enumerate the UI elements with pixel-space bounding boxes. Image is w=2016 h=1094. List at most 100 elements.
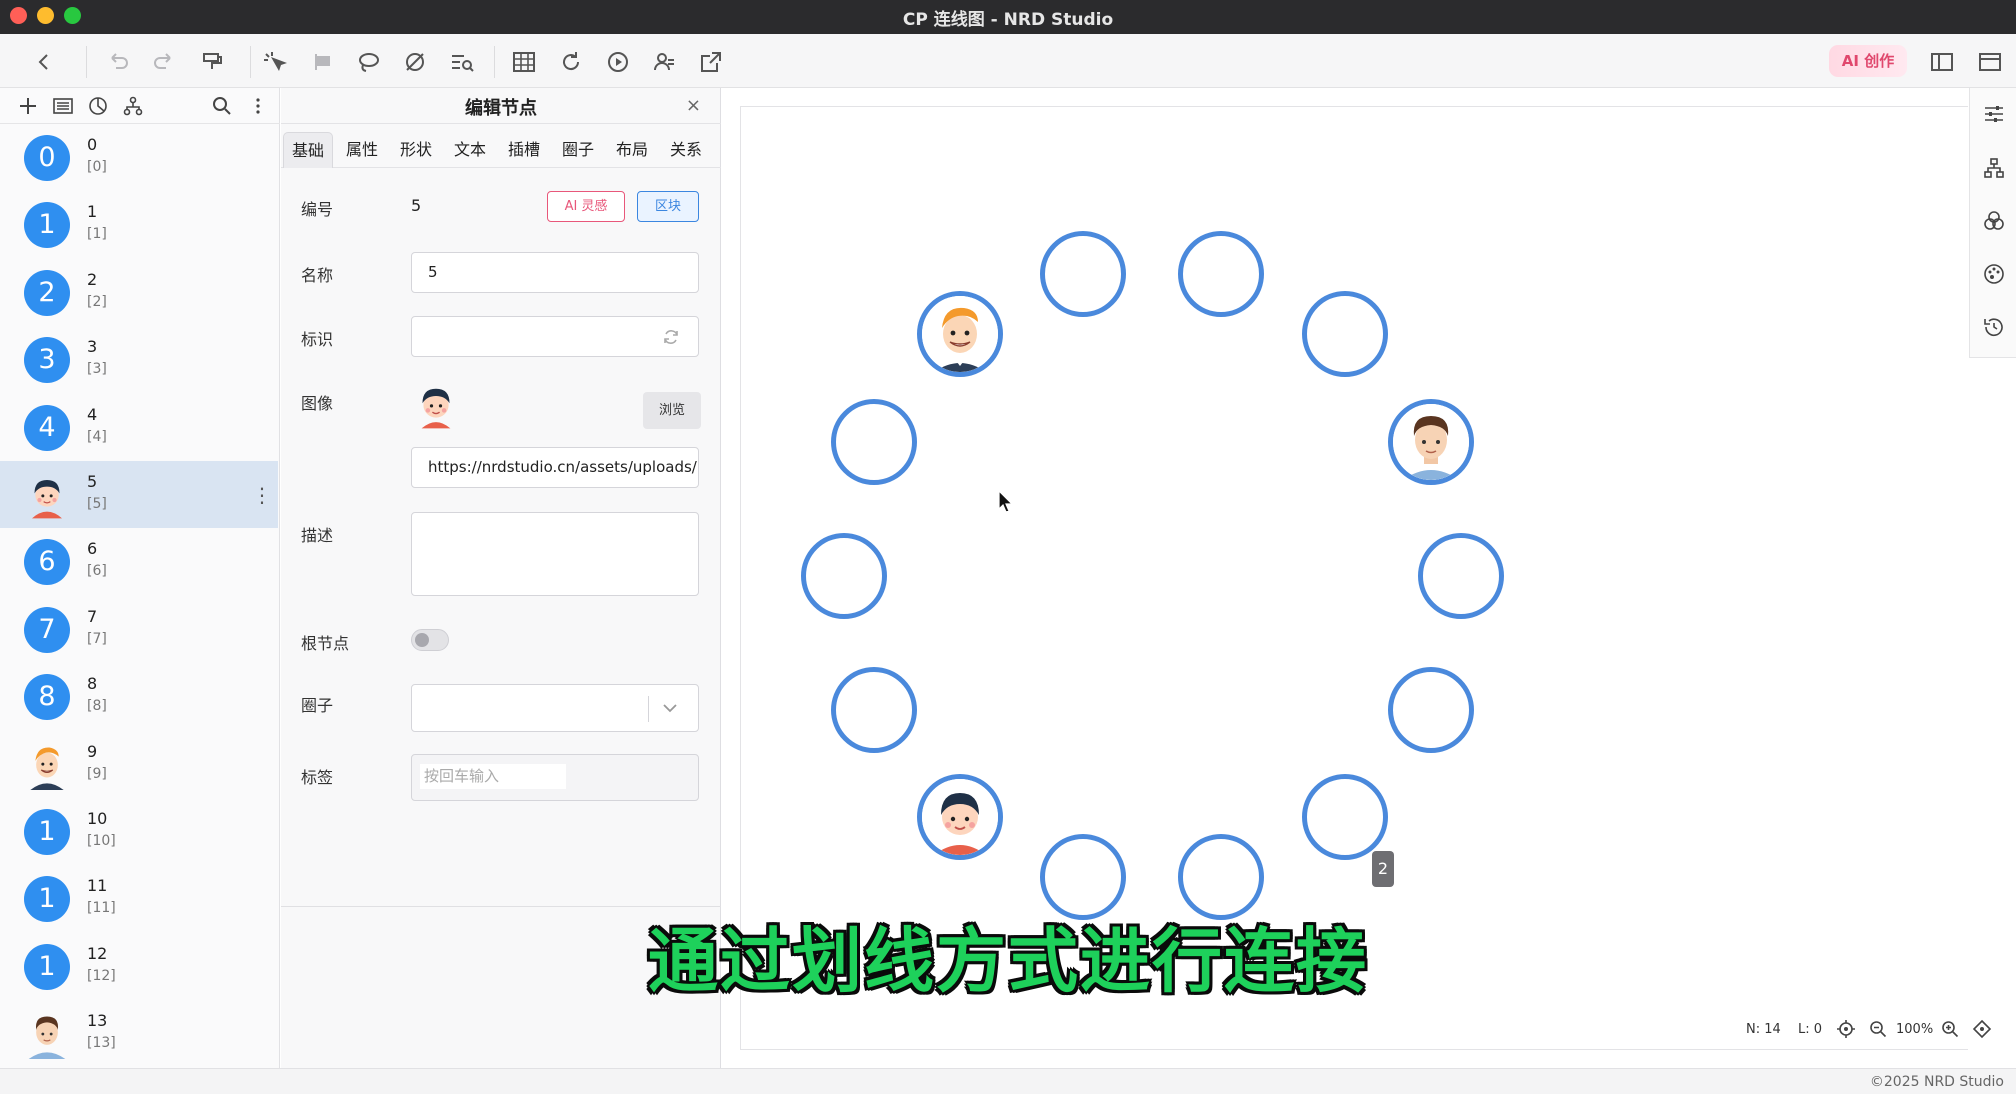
node-list-item[interactable]: 9 [9] bbox=[0, 731, 278, 798]
graph-node[interactable] bbox=[1418, 533, 1504, 619]
image-label: 图像 bbox=[301, 394, 334, 413]
pie-chart-icon[interactable] bbox=[86, 94, 110, 118]
flag-icon[interactable] bbox=[308, 48, 336, 76]
circles-icon[interactable] bbox=[1982, 209, 2006, 233]
graph-node[interactable] bbox=[1388, 399, 1474, 485]
copyright-text: ©2025 NRD Studio bbox=[1869, 1074, 2004, 1090]
graph-node[interactable] bbox=[831, 399, 917, 485]
tab-relations[interactable]: 关系 bbox=[661, 132, 711, 168]
zoom-in-icon[interactable] bbox=[1940, 1019, 1960, 1039]
node-id: [10] bbox=[87, 833, 116, 849]
tab-layout[interactable]: 布局 bbox=[607, 132, 657, 168]
back-icon[interactable] bbox=[30, 48, 58, 76]
history-icon[interactable] bbox=[1982, 315, 2006, 339]
fit-view-icon[interactable] bbox=[1972, 1019, 1992, 1039]
no-link-icon[interactable] bbox=[401, 48, 429, 76]
graph-node[interactable] bbox=[1302, 774, 1388, 860]
search-icon[interactable] bbox=[210, 94, 234, 118]
root-node-label: 根节点 bbox=[301, 634, 350, 653]
tab-shape[interactable]: 形状 bbox=[391, 132, 441, 168]
play-icon[interactable] bbox=[604, 48, 632, 76]
undo-icon[interactable] bbox=[104, 48, 132, 76]
ai-create-button[interactable]: AI 创作 bbox=[1829, 45, 1907, 77]
tags-input[interactable]: 按回车输入 bbox=[420, 764, 566, 789]
description-textarea[interactable] bbox=[411, 512, 699, 596]
zoom-level: 100% bbox=[1896, 1022, 1934, 1037]
sidebar-toggle-icon[interactable] bbox=[1928, 48, 1956, 76]
more-vertical-icon[interactable]: ⋮ bbox=[252, 483, 272, 507]
ai-inspiration-button[interactable]: AI 灵感 bbox=[547, 191, 625, 222]
refresh-icon[interactable] bbox=[557, 48, 585, 76]
name-label: 名称 bbox=[301, 266, 334, 285]
link-count-badge: 2 bbox=[1372, 851, 1394, 887]
node-id: [9] bbox=[87, 765, 107, 782]
add-icon[interactable] bbox=[16, 94, 40, 118]
node-list-item[interactable]: 0 0 [0] bbox=[0, 124, 278, 191]
graph-node[interactable] bbox=[917, 291, 1003, 377]
node-name: 7 bbox=[87, 606, 98, 626]
man-brown-hair-icon bbox=[22, 1009, 72, 1060]
export-icon[interactable] bbox=[697, 48, 725, 76]
redo-icon[interactable] bbox=[150, 48, 178, 76]
node-list-item[interactable]: 5 [5] ⋮ bbox=[0, 461, 278, 528]
block-button[interactable]: 区块 bbox=[637, 191, 699, 222]
circle-select[interactable] bbox=[411, 684, 699, 732]
select-cursor-icon[interactable] bbox=[260, 48, 288, 76]
edit-panel-header: 编辑节点 × bbox=[281, 88, 721, 124]
more-vertical-icon[interactable] bbox=[246, 94, 270, 118]
lasso-icon[interactable] bbox=[354, 48, 382, 76]
close-icon[interactable]: × bbox=[686, 95, 701, 116]
man-brown-hair-icon bbox=[1393, 404, 1469, 480]
node-list-item[interactable]: 7 7 [7] bbox=[0, 596, 278, 663]
locate-icon[interactable] bbox=[1836, 1019, 1856, 1039]
node-name: 0 bbox=[87, 135, 98, 154]
boy-dark-hair-icon bbox=[409, 378, 463, 432]
graph-node[interactable] bbox=[1388, 667, 1474, 753]
node-list-item[interactable]: 1 10 [10] bbox=[0, 798, 278, 865]
node-name: 4 bbox=[87, 404, 98, 424]
node-id: [6] bbox=[87, 563, 107, 580]
tab-basic[interactable]: 基础 bbox=[283, 132, 333, 168]
palette-icon[interactable] bbox=[1982, 262, 2006, 286]
graph-node[interactable] bbox=[1178, 231, 1264, 317]
node-list-item[interactable]: 6 6 [6] bbox=[0, 528, 278, 595]
format-painter-icon[interactable] bbox=[198, 48, 226, 76]
users-icon[interactable] bbox=[650, 48, 678, 76]
node-number-badge: 7 bbox=[24, 606, 70, 653]
graph-node[interactable] bbox=[1040, 231, 1126, 317]
graph-node[interactable] bbox=[831, 667, 917, 753]
tab-circles[interactable]: 圈子 bbox=[553, 132, 603, 168]
tab-slots[interactable]: 插槽 bbox=[499, 132, 549, 168]
tab-text[interactable]: 文本 bbox=[445, 132, 495, 168]
regenerate-icon[interactable] bbox=[660, 326, 682, 348]
hierarchy-icon[interactable] bbox=[121, 94, 145, 118]
node-list-item[interactable]: 2 2 [2] bbox=[0, 259, 278, 326]
graph-node[interactable] bbox=[1302, 291, 1388, 377]
org-chart-icon[interactable] bbox=[1982, 156, 2006, 180]
image-url-input[interactable]: https://nrdstudio.cn/assets/uploads/ bbox=[411, 447, 699, 488]
graph-node[interactable] bbox=[801, 533, 887, 619]
node-id: [13] bbox=[87, 1035, 116, 1052]
node-list-item[interactable]: 4 4 [4] bbox=[0, 394, 278, 461]
node-id: [7] bbox=[87, 630, 107, 647]
tab-attributes[interactable]: 属性 bbox=[337, 132, 387, 168]
root-node-toggle[interactable] bbox=[411, 629, 449, 651]
table-icon[interactable] bbox=[510, 48, 538, 76]
chevron-down-icon[interactable] bbox=[660, 698, 680, 718]
layout-panel-icon[interactable] bbox=[1976, 48, 2004, 76]
node-id: [0] bbox=[87, 159, 107, 175]
find-icon[interactable] bbox=[448, 48, 476, 76]
list-icon[interactable] bbox=[51, 94, 75, 118]
link-count: L: 0 bbox=[1798, 1022, 1823, 1037]
graph-node[interactable] bbox=[917, 774, 1003, 860]
node-list-item[interactable]: 13 [13] bbox=[0, 1000, 278, 1067]
node-list-item[interactable]: 1 1 [1] bbox=[0, 191, 278, 258]
zoom-out-icon[interactable] bbox=[1868, 1019, 1888, 1039]
name-input[interactable]: 5 bbox=[411, 252, 699, 293]
node-list-item[interactable]: 8 8 [8] bbox=[0, 663, 278, 730]
number-value: 5 bbox=[411, 196, 422, 215]
ident-input[interactable] bbox=[411, 316, 699, 357]
browse-button[interactable]: 浏览 bbox=[643, 392, 701, 429]
sliders-icon[interactable] bbox=[1982, 102, 2006, 126]
node-list-item[interactable]: 3 3 [3] bbox=[0, 326, 278, 393]
